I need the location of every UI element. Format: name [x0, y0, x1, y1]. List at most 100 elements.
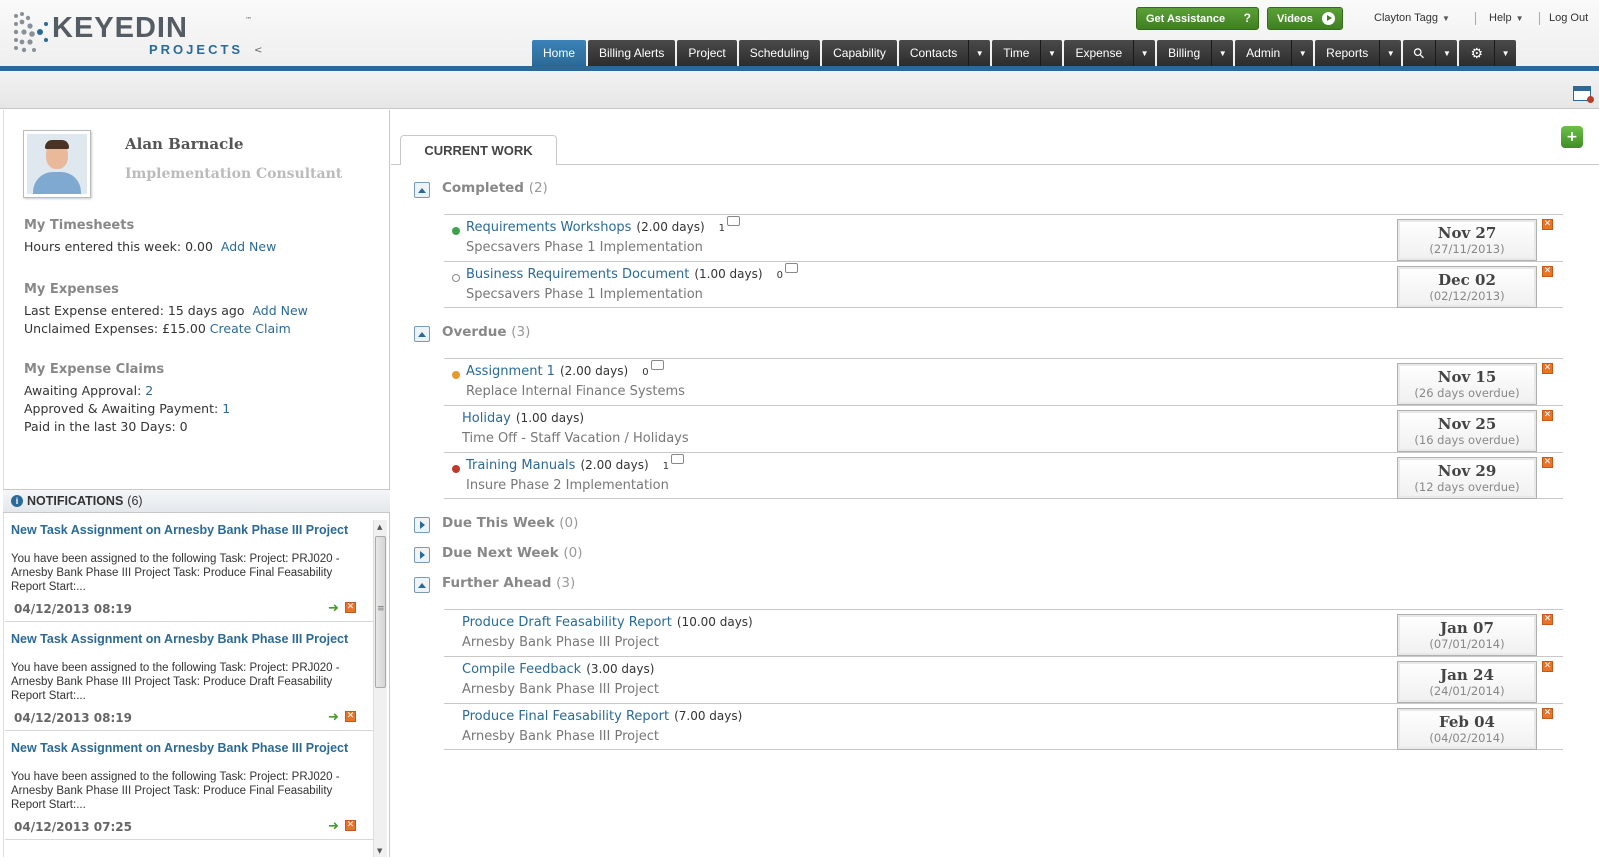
nav-dropdown-chevron-down-icon[interactable]: ▼ [1379, 40, 1401, 66]
task-duration: (1.00 days) [694, 267, 763, 281]
nav-dropdown-chevron-down-icon[interactable]: ▼ [1211, 40, 1233, 66]
comment-bubble-icon [784, 263, 798, 273]
dismiss-close-icon[interactable]: ✕ [345, 820, 356, 831]
due-date-detail: (16 days overdue) [1414, 433, 1520, 447]
notification-title[interactable]: New Task Assignment on Arnesby Bank Phas… [11, 632, 351, 646]
remove-task-close-icon[interactable]: ✕ [1542, 219, 1553, 230]
get-assistance-button[interactable]: Get Assistance ? [1136, 7, 1259, 30]
nav-tab-contacts[interactable]: Contacts ▼ [898, 40, 991, 66]
due-date: Nov 27 [1437, 224, 1497, 242]
nav-tab-billing[interactable]: Billing ▼ [1157, 40, 1234, 66]
profile-role: Implementation Consultant [125, 166, 343, 182]
awaiting-approval-line: Awaiting Approval: 2 [24, 383, 153, 398]
task-link[interactable]: Holiday [462, 411, 511, 426]
task-project: Arnesby Bank Phase III Project [462, 682, 659, 697]
remove-task-close-icon[interactable]: ✕ [1542, 410, 1553, 421]
nav-tab-reports[interactable]: Reports ▼ [1315, 40, 1402, 66]
open-arrow-icon[interactable]: ➜ [328, 819, 339, 834]
logout-link[interactable]: Log Out [1549, 12, 1588, 24]
group-title[interactable]: Due This Week (0) [442, 515, 578, 531]
group-title[interactable]: Further Ahead (3) [442, 575, 575, 591]
add-expense-link[interactable]: Add New [252, 303, 307, 318]
divider [1539, 12, 1540, 25]
expand-group-toggle[interactable] [414, 517, 430, 533]
remove-task-close-icon[interactable]: ✕ [1542, 266, 1553, 277]
notifications-scrollbar[interactable]: ▲ ≡ ▼ [373, 520, 387, 857]
nav-tab-billing-alerts[interactable]: Billing Alerts [588, 40, 676, 66]
group-name: Overdue [442, 324, 507, 340]
notifications-list: New Task Assignment on Arnesby Bank Phas… [5, 514, 373, 857]
nav-dropdown-chevron-down-icon[interactable]: ▼ [1040, 40, 1062, 66]
comment-count[interactable]: 1 [663, 454, 685, 472]
remove-task-close-icon[interactable]: ✕ [1542, 614, 1553, 625]
approved-awaiting-count[interactable]: 1 [222, 401, 230, 416]
nav-tab-capability[interactable]: Capability [822, 40, 897, 66]
task-link[interactable]: Business Requirements Document [466, 267, 689, 282]
nav-tab-admin[interactable]: Admin ▼ [1235, 40, 1314, 66]
notifications-title: NOTIFICATIONS [27, 494, 124, 508]
nav-tab-time[interactable]: Time ▼ [992, 40, 1063, 66]
info-icon: i [11, 495, 23, 507]
timesheets-title: My Timesheets [24, 218, 135, 233]
scroll-up-icon[interactable]: ▲ [377, 523, 382, 531]
task-duration: (10.00 days) [676, 615, 753, 629]
nav-tab-project[interactable]: Project [677, 40, 737, 66]
nav-dropdown-chevron-down-icon[interactable]: ▼ [968, 40, 990, 66]
comment-count[interactable]: 0 [642, 360, 664, 378]
task-link[interactable]: Training Manuals [466, 458, 575, 473]
task-link[interactable]: Requirements Workshops [466, 220, 631, 235]
comment-count[interactable]: 0 [777, 263, 798, 281]
remove-task-close-icon[interactable]: ✕ [1542, 708, 1553, 719]
due-date-box: Dec 02 (02/12/2013) [1397, 266, 1537, 308]
user-menu[interactable]: Clayton Tagg ▼ [1374, 12, 1450, 24]
dismiss-close-icon[interactable]: ✕ [345, 602, 356, 613]
scroll-down-icon[interactable]: ▼ [377, 847, 382, 855]
group-title[interactable]: Due Next Week (0) [442, 545, 583, 561]
nav-tab-expense[interactable]: Expense ▼ [1064, 40, 1156, 66]
task-link[interactable]: Compile Feedback [462, 662, 581, 677]
task-link[interactable]: Produce Final Feasability Report [462, 709, 669, 724]
videos-button[interactable]: Videos [1267, 7, 1343, 30]
task-name-line: Training Manuals (2.00 days) 1 [466, 454, 685, 473]
due-date: Feb 04 [1439, 713, 1495, 731]
collapse-group-toggle[interactable] [414, 577, 430, 593]
nav-dropdown-chevron-down-icon[interactable]: ▼ [1494, 40, 1516, 66]
nav-tab-scheduling[interactable]: Scheduling [738, 40, 821, 66]
group-title[interactable]: Overdue (3) [442, 324, 530, 340]
group-title[interactable]: Completed (2) [442, 180, 548, 196]
due-date-box: Jan 24 (24/01/2014) [1397, 661, 1537, 703]
add-task-button[interactable]: + [1561, 126, 1583, 148]
nav-dropdown-chevron-down-icon[interactable]: ▼ [1133, 40, 1155, 66]
open-arrow-icon[interactable]: ➜ [328, 710, 339, 725]
notification-title[interactable]: New Task Assignment on Arnesby Bank Phas… [11, 741, 351, 755]
collapse-header-icon[interactable]: < [254, 45, 262, 56]
expand-group-toggle[interactable] [414, 547, 430, 563]
remove-task-close-icon[interactable]: ✕ [1542, 363, 1553, 374]
task-link[interactable]: Assignment 1 [466, 364, 555, 379]
expenses-title: My Expenses [24, 282, 119, 297]
awaiting-approval-count[interactable]: 2 [145, 383, 153, 398]
nav-tab-home[interactable]: Home [532, 40, 587, 66]
collapse-group-toggle[interactable] [414, 326, 430, 342]
nav-dropdown-chevron-down-icon[interactable]: ▼ [1435, 40, 1457, 66]
nav-tab-search[interactable]: ⚲ ▼ [1403, 40, 1458, 66]
remove-task-close-icon[interactable]: ✕ [1542, 457, 1553, 468]
comment-count[interactable]: 1 [719, 216, 741, 234]
dismiss-close-icon[interactable]: ✕ [345, 711, 356, 722]
notification-title[interactable]: New Task Assignment on Arnesby Bank Phas… [11, 523, 351, 537]
remove-task-close-icon[interactable]: ✕ [1542, 661, 1553, 672]
nav-tab-gear[interactable]: ⚙ ▼ [1459, 40, 1517, 66]
due-date: Jan 07 [1440, 619, 1494, 637]
task-link[interactable]: Produce Draft Feasability Report [462, 615, 672, 630]
collapse-group-toggle[interactable] [414, 182, 430, 198]
open-arrow-icon[interactable]: ➜ [328, 601, 339, 616]
create-claim-link[interactable]: Create Claim [210, 321, 291, 336]
hours-entered-text: Hours entered this week: 0.00 [24, 239, 213, 254]
add-timesheet-link[interactable]: Add New [221, 239, 276, 254]
task-row: Compile Feedback (3.00 days) Arnesby Bank … [444, 656, 1563, 703]
nav-dropdown-chevron-down-icon[interactable]: ▼ [1291, 40, 1313, 66]
keyedin-logo[interactable]: KEYEDIN ™ PROJECTS [12, 8, 257, 58]
help-menu[interactable]: Help ▼ [1489, 12, 1524, 24]
tab-current-work[interactable]: CURRENT WORK [400, 135, 557, 165]
calendar-settings-icon[interactable] [1573, 86, 1594, 103]
